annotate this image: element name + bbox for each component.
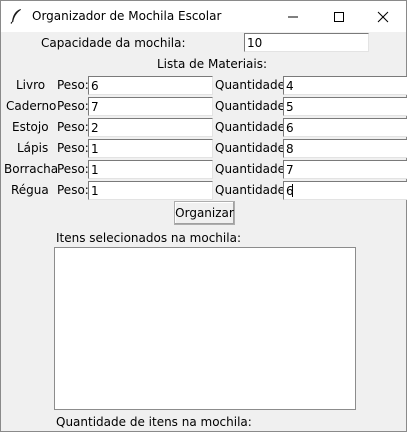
quantity-input-caderno[interactable] — [283, 97, 407, 116]
material-name-regua: Régua — [11, 183, 49, 197]
materials-header: Lista de Materiais: — [157, 57, 268, 71]
weight-input-regua[interactable] — [88, 181, 213, 200]
quantity-label: Quantidade: — [215, 120, 290, 134]
weight-label: Peso: — [57, 141, 89, 155]
weight-input-lapis[interactable] — [88, 139, 213, 158]
selected-items-label: Itens selecionados na mochila: — [56, 231, 241, 245]
quantity-input-livro[interactable] — [283, 76, 407, 95]
weight-label: Peso: — [57, 183, 89, 197]
title-bar[interactable]: Organizador de Mochila Escolar — [1, 1, 406, 32]
quantity-label: Quantidade: — [215, 78, 290, 92]
capacity-label: Capacidade da mochila: — [41, 36, 186, 50]
organize-button[interactable]: Organizar — [174, 201, 235, 225]
maximize-icon — [334, 12, 344, 22]
selected-items-textarea[interactable] — [54, 247, 356, 410]
weight-input-caderno[interactable] — [88, 97, 213, 116]
weight-input-livro[interactable] — [88, 76, 213, 95]
quantity-input-lapis[interactable] — [283, 139, 407, 158]
quantity-input-estojo[interactable] — [283, 118, 407, 137]
material-name-livro: Livro — [16, 78, 46, 92]
weight-label: Peso: — [57, 120, 89, 134]
material-name-lapis: Lápis — [17, 141, 49, 155]
minimize-icon — [288, 16, 298, 18]
quantity-input-regua[interactable] — [283, 181, 407, 200]
weight-label: Peso: — [57, 162, 89, 176]
close-icon — [377, 11, 389, 23]
close-button[interactable] — [360, 1, 406, 32]
maximize-button[interactable] — [316, 1, 362, 32]
material-name-borracha: Borracha — [4, 162, 59, 176]
quantity-input-borracha[interactable] — [283, 160, 407, 179]
weight-label: Peso: — [57, 99, 89, 113]
quantity-label: Quantidade: — [215, 183, 290, 197]
weight-label: Peso: — [57, 78, 89, 92]
capacity-input[interactable] — [244, 33, 369, 52]
material-name-estojo: Estojo — [12, 120, 49, 134]
quantity-label: Quantidade: — [215, 141, 290, 155]
window-title: Organizador de Mochila Escolar — [32, 9, 222, 23]
quantity-label: Quantidade: — [215, 162, 290, 176]
weight-input-borracha[interactable] — [88, 160, 213, 179]
text-cursor — [292, 184, 293, 197]
quantity-label: Quantidade: — [215, 99, 290, 113]
feather-icon — [9, 8, 23, 24]
minimize-button[interactable] — [270, 1, 316, 32]
weight-input-estojo[interactable] — [88, 118, 213, 137]
items-count-label: Quantidade de itens na mochila: — [56, 415, 252, 429]
app-window: Organizador de Mochila Escolar Capacidad… — [0, 0, 407, 432]
material-name-caderno: Caderno — [6, 99, 57, 113]
